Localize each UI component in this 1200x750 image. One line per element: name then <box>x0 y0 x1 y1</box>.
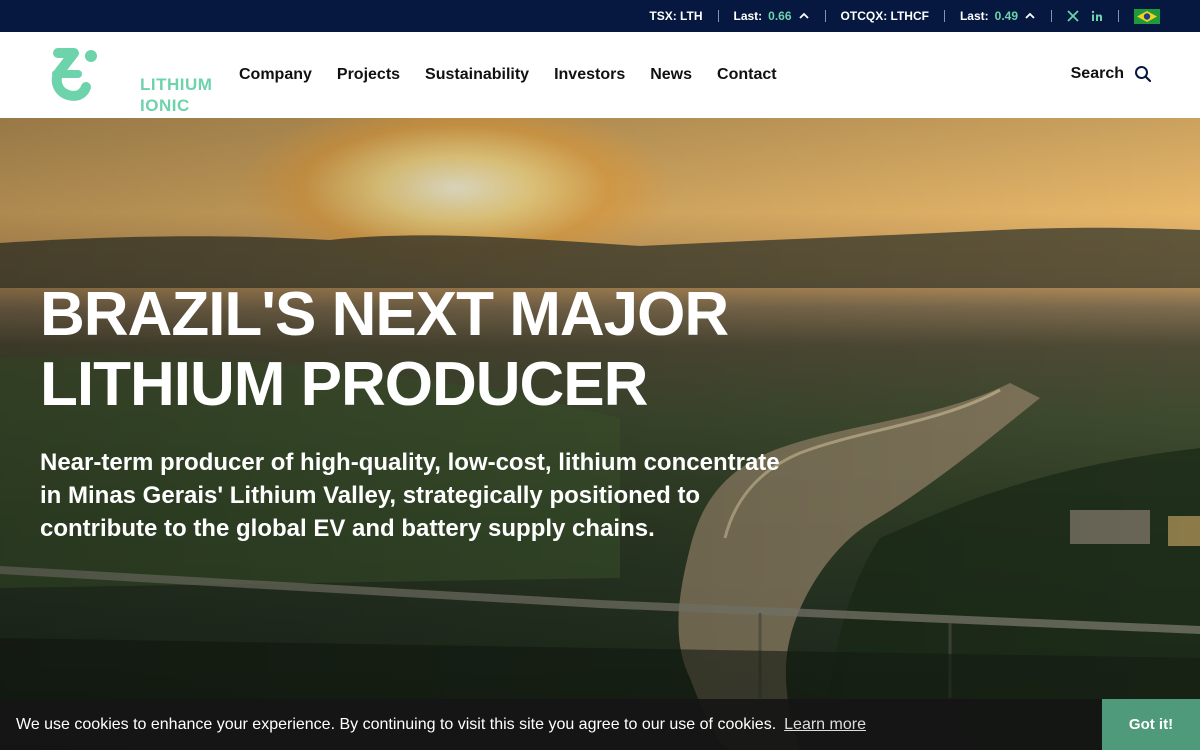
search-button[interactable]: Search <box>1071 65 1152 83</box>
nav-item-news[interactable]: News <box>650 66 692 84</box>
otcqx-last-label: Last: <box>959 9 989 23</box>
main-nav: Company Projects Sustainability Investor… <box>239 66 777 84</box>
chevron-up-icon <box>1025 12 1035 19</box>
hero-section: BRAZIL'S NEXT MAJOR LITHIUM PRODUCER Nea… <box>0 118 1200 750</box>
nav-item-company[interactable]: Company <box>239 66 312 84</box>
linkedin-icon[interactable] <box>1091 10 1103 22</box>
otcqx-symbol: OTCQX: LTHCF <box>841 9 929 23</box>
logo-line-2: IONIC <box>140 96 190 115</box>
brazil-flag-icon[interactable] <box>1134 8 1160 24</box>
hero-title: BRAZIL'S NEXT MAJOR LITHIUM PRODUCER <box>40 280 800 420</box>
divider <box>943 10 945 22</box>
tsx-last-value: 0.66 <box>768 9 792 23</box>
divider <box>1118 10 1119 22</box>
logo-line-1: LITHIUM <box>140 75 213 94</box>
divider <box>717 10 719 22</box>
hero-subtitle: Near-term producer of high-quality, low-… <box>40 449 780 542</box>
tsx-symbol: TSX: LTH <box>649 9 702 23</box>
nav-item-projects[interactable]: Projects <box>337 66 400 84</box>
tsx-last-price: Last: 0.66 <box>734 9 810 23</box>
otcqx-last-value: 0.49 <box>994 9 1018 23</box>
divider <box>1051 10 1052 22</box>
site-logo[interactable]: LITHIUM IONIC <box>48 41 212 115</box>
nav-item-contact[interactable]: Contact <box>717 66 777 84</box>
x-icon[interactable] <box>1067 10 1079 22</box>
logo-wordmark: LITHIUM IONIC <box>140 74 212 116</box>
tsx-last-label: Last: <box>733 9 763 23</box>
accept-cookies-button[interactable]: Got it! <box>1102 699 1200 750</box>
search-icon <box>1135 66 1152 83</box>
search-label: Search <box>1070 65 1124 82</box>
logo-mark-icon <box>51 48 97 101</box>
divider <box>824 10 826 22</box>
otcqx-last-price: Last: 0.49 <box>960 9 1036 23</box>
chevron-up-icon <box>798 12 809 19</box>
site-header: LITHIUM IONIC Company Projects Sustainab… <box>0 32 1200 118</box>
cookie-consent-bar: We use cookies to enhance your experienc… <box>0 699 1200 750</box>
hero-title-line-2: LITHIUM PRODUCER <box>40 350 648 419</box>
otcqx-label: OTCQX: LTHCF <box>840 9 929 23</box>
nav-item-investors[interactable]: Investors <box>554 66 625 84</box>
nav-item-sustainability[interactable]: Sustainability <box>425 66 529 84</box>
cookie-message: We use cookies to enhance your experienc… <box>16 715 777 733</box>
hero-overlay <box>0 118 1200 750</box>
hero-title-line-1: BRAZIL'S NEXT MAJOR <box>40 280 729 349</box>
tsx-label: TSX: LTH <box>649 9 703 23</box>
learn-more-link[interactable]: Learn more <box>784 716 866 734</box>
stock-ticker-bar: TSX: LTH Last: 0.66 OTCQX: LTHCF Last: 0… <box>0 0 1200 32</box>
social-links <box>1067 10 1103 22</box>
